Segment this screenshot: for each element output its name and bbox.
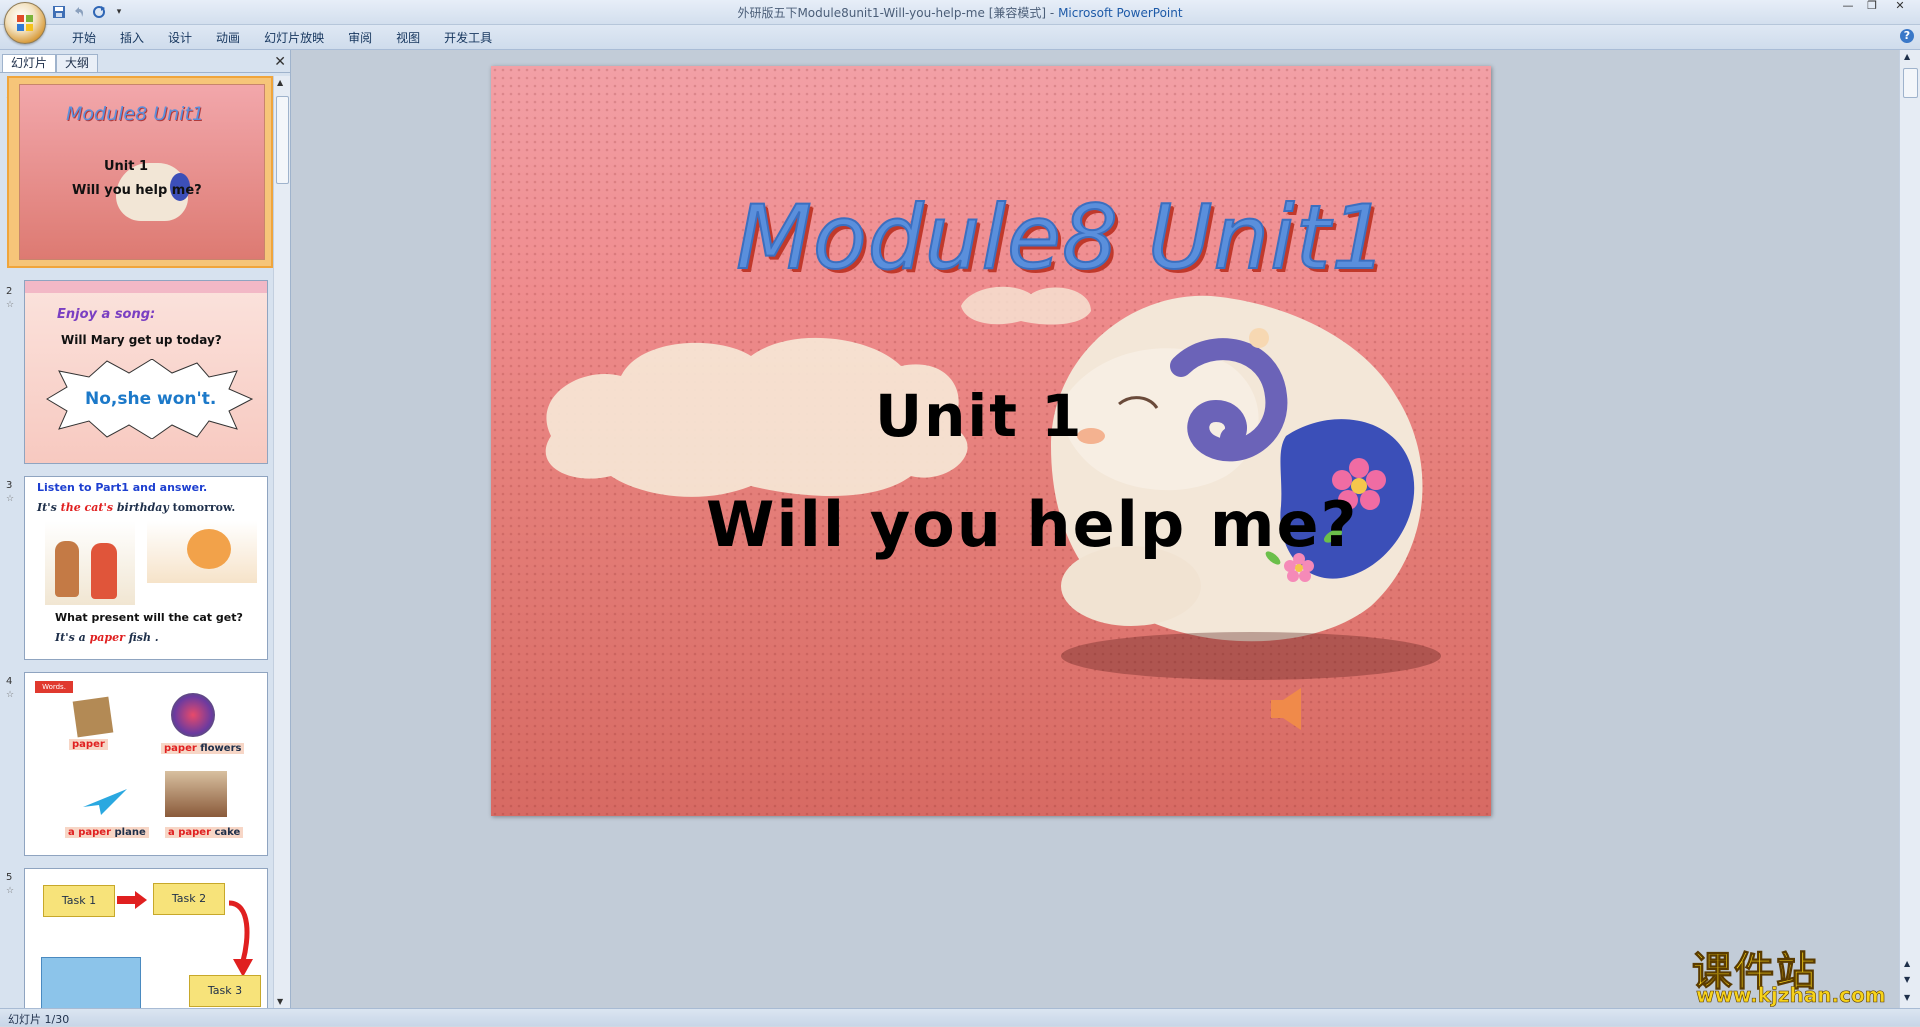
arrow-right-icon: [117, 891, 147, 909]
slide-question-text[interactable]: Will you help me?: [706, 488, 1359, 561]
scroll-down-icon[interactable]: ▼: [277, 997, 283, 1006]
office-logo-icon: [17, 15, 33, 31]
slide-editing-area: Module8 Unit1 Unit 1 Will you help me?: [291, 50, 1900, 1008]
paper-plane-icon: [83, 789, 127, 815]
slides-pane: 幻灯片 大纲 ✕ 1 ☆ Module8 Unit1 Unit 1 Will y…: [0, 50, 291, 1008]
word-rest: flowers: [200, 743, 242, 754]
classroom-illustration: [147, 521, 257, 583]
word-red: a paper: [168, 827, 212, 838]
tab-view[interactable]: 视图: [384, 29, 432, 47]
prev-slide-icon[interactable]: ▲: [1904, 959, 1910, 968]
animation-star-icon: ☆: [6, 300, 15, 310]
animation-star-icon: ☆: [6, 494, 15, 504]
thumb-unit: Unit 1: [104, 159, 149, 174]
tab-design[interactable]: 设计: [156, 29, 204, 47]
scroll-thumb[interactable]: [1903, 68, 1918, 98]
word-label: a paper plane: [65, 827, 149, 838]
scroll-up-icon[interactable]: ▲: [1904, 52, 1910, 61]
word-rest: plane: [114, 827, 146, 838]
scroll-up-icon[interactable]: ▲: [277, 78, 283, 87]
slide-thumbnail-1[interactable]: Module8 Unit1 Unit 1 Will you help me?: [7, 76, 273, 268]
thumb-question: Will Mary get up today?: [61, 333, 222, 347]
task-box: Task 3: [189, 975, 261, 1007]
thumb-answer: It's a paper fish .: [55, 631, 159, 644]
thumb-question: What present will the cat get?: [55, 611, 243, 624]
ribbon-tab-bar: 开始 插入 设计 动画 幻灯片放映 审阅 视图 开发工具: [0, 25, 1920, 50]
tab-outline[interactable]: 大纲: [56, 54, 99, 72]
thumb-statement: It's the cat's birthday tomorrow.: [37, 501, 235, 514]
close-pane-icon[interactable]: ✕: [274, 54, 286, 70]
animation-star-icon: ☆: [6, 886, 15, 896]
document-title: 外研版五下Module8unit1-Will-you-help-me [兼容模式…: [737, 6, 1047, 20]
tab-developer[interactable]: 开发工具: [432, 29, 504, 47]
watermark-logo: 课件站 www.kjzhan.com: [1692, 939, 1902, 1008]
word-red: a paper: [68, 827, 112, 838]
status-bar: 幻灯片 1/30: [0, 1008, 1920, 1026]
thumb-text: tomorrow.: [172, 501, 236, 514]
slide-number: 3: [6, 480, 13, 491]
pane-scrollbar[interactable]: ▲ ▼: [273, 76, 290, 1008]
restore-button[interactable]: ❐: [1860, 0, 1884, 14]
tab-review[interactable]: 审阅: [336, 29, 384, 47]
thumb-heading: Listen to Part1 and answer.: [37, 481, 208, 494]
tab-animations[interactable]: 动画: [204, 29, 252, 47]
window-title: 外研版五下Module8unit1-Will-you-help-me [兼容模式…: [0, 4, 1920, 21]
thumb-answer: No,she won't.: [85, 389, 217, 409]
close-button[interactable]: ✕: [1888, 0, 1912, 14]
pane-tabs: 幻灯片 大纲 ✕: [0, 52, 290, 73]
next-slide-icon[interactable]: ▼: [1904, 975, 1910, 984]
title-separator: -: [1049, 6, 1055, 20]
task-box: Task 1: [43, 885, 115, 917]
slide-thumbnail-4[interactable]: Words. paper paper flowers a paper plane…: [24, 672, 268, 856]
tab-insert[interactable]: 插入: [108, 29, 156, 47]
slide-thumbnails: 1 ☆ Module8 Unit1 Unit 1 Will you help m…: [0, 76, 274, 1008]
slide-number: 2: [6, 286, 13, 297]
scroll-down-icon[interactable]: ▼: [1904, 993, 1910, 1002]
thumb-heading: Enjoy a song:: [57, 307, 156, 322]
paper-bag-image: [72, 696, 114, 738]
slide-unit-text[interactable]: Unit 1: [875, 382, 1084, 450]
thumb-question: Will you help me?: [72, 183, 202, 198]
paper-cake-image: [165, 771, 227, 817]
task-box: Task 2: [153, 883, 225, 915]
thumb-text: birthday: [116, 501, 169, 514]
kids-illustration: [45, 521, 135, 605]
slide-number: 4: [6, 676, 13, 687]
word-label: paper flowers: [161, 743, 245, 754]
office-button[interactable]: [4, 2, 46, 44]
minimize-button[interactable]: —: [1836, 0, 1860, 14]
app-name: Microsoft PowerPoint: [1058, 6, 1183, 20]
scroll-thumb[interactable]: [276, 96, 289, 184]
slide-title[interactable]: Module8 Unit1: [735, 185, 1388, 290]
slide-thumbnail-5[interactable]: Task 1 Task 2 Task 3: [24, 868, 268, 1008]
help-icon[interactable]: ?: [1900, 29, 1914, 43]
thumb-text: fish .: [128, 631, 159, 644]
tab-home[interactable]: 开始: [60, 29, 108, 47]
thumb-text-red: the cat's: [60, 501, 114, 514]
paper-flowers-image: [171, 693, 215, 737]
slide-thumbnail-2[interactable]: Enjoy a song: Will Mary get up today? No…: [24, 280, 268, 464]
word-rest: cake: [214, 827, 241, 838]
word-red: paper: [164, 743, 197, 754]
word-label: a paper cake: [165, 827, 244, 838]
slide-number: 5: [6, 872, 13, 883]
tab-slideshow[interactable]: 幻灯片放映: [252, 29, 336, 47]
main-slide[interactable]: Module8 Unit1 Unit 1 Will you help me?: [491, 66, 1491, 816]
tab-slides[interactable]: 幻灯片: [2, 54, 57, 72]
arrow-down-icon: [228, 900, 253, 977]
thumb-title: Module8 Unit1: [66, 103, 204, 125]
title-bar: ▾ 外研版五下Module8unit1-Will-you-help-me [兼容…: [0, 0, 1920, 44]
slide-thumbnail-3[interactable]: Listen to Part1 and answer. It's the cat…: [24, 476, 268, 660]
thumb-text: It's a: [55, 631, 86, 644]
thumb-text-red: paper: [89, 631, 125, 644]
thumb-text: It's: [37, 501, 57, 514]
task-picture: [41, 957, 141, 1008]
words-tag: Words.: [35, 681, 73, 693]
watermark-url: www.kjzhan.com: [1696, 983, 1886, 1008]
main-scrollbar[interactable]: ▲ ▲ ▼ ▼: [1899, 50, 1920, 1008]
word-label: paper: [69, 739, 108, 750]
animation-star-icon: ☆: [6, 690, 15, 700]
